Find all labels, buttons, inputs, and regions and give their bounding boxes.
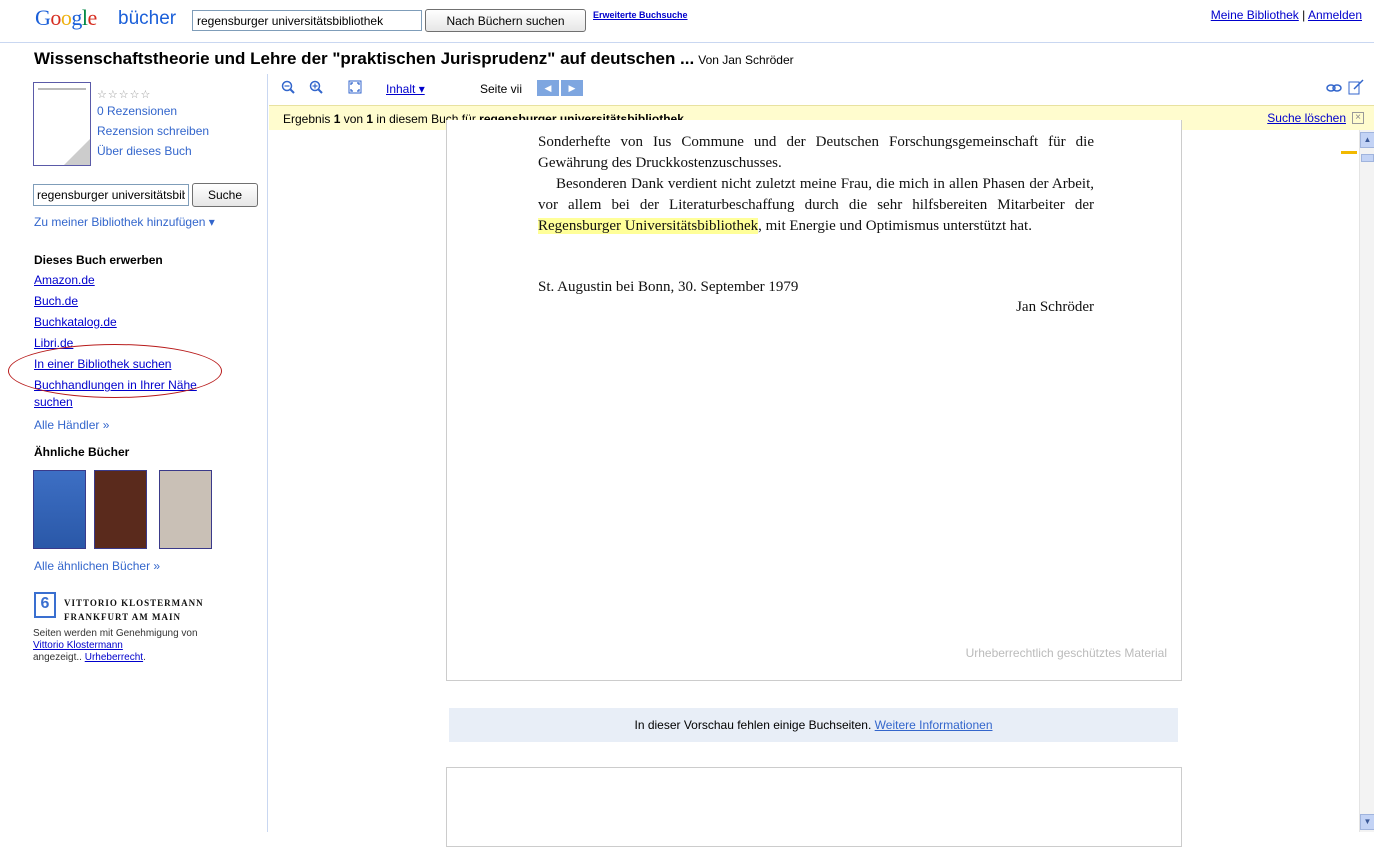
publisher-permission-text: Seiten werden mit Genehmigung von Vittor… <box>33 628 253 664</box>
separator: | <box>1302 8 1306 22</box>
seller-link-buch[interactable]: Buch.de <box>34 294 78 308</box>
signature: Jan Schröder <box>1016 299 1094 315</box>
search-in-book-input[interactable] <box>33 184 189 206</box>
publisher-name-line1: VITTORIO KLOSTERMANN <box>64 598 204 608</box>
copyright-link[interactable]: Urheberrecht <box>85 652 143 663</box>
place-date: St. Augustin bei Bonn, 30. September 197… <box>538 279 799 295</box>
sidebar: ☆☆☆☆☆ 0 Rezensionen Rezension schreiben … <box>0 74 268 832</box>
zoom-in-icon[interactable] <box>309 80 323 94</box>
seller-link-amazon[interactable]: Amazon.de <box>34 273 95 287</box>
paragraph-2: Besonderen Dank verdient nicht zuletzt m… <box>538 174 1094 237</box>
similar-book-2[interactable] <box>94 470 147 549</box>
book-page: Sonderhefte von Ius Commune und der Deut… <box>446 120 1182 681</box>
local-bookstores-link-cont[interactable]: suchen <box>34 395 73 409</box>
link-icon[interactable] <box>1326 83 1342 93</box>
book-title-text: Wissenschaftstheorie und Lehre der "prak… <box>34 49 695 68</box>
book-cover-thumbnail[interactable] <box>33 82 91 166</box>
local-bookstores-link[interactable]: Buchhandlungen in Ihrer Nähe <box>34 378 197 392</box>
scroll-down-icon[interactable]: ▼ <box>1360 814 1374 830</box>
displayed-text: angezeigt.. <box>33 652 82 663</box>
reviews-link[interactable]: 0 Rezensionen <box>97 104 177 118</box>
clear-search-link[interactable]: Suche löschen <box>1267 111 1346 125</box>
contents-dropdown[interactable]: Inhalt ▾ <box>386 82 425 96</box>
buy-heading: Dieses Buch erwerben <box>34 253 163 267</box>
viewer-scrollbar[interactable]: ▲ ▼ <box>1359 130 1374 832</box>
paragraph-2-b: , mit Energie und Optimismus unterstützt… <box>758 218 1032 234</box>
sign-in-link[interactable]: Anmelden <box>1308 8 1362 22</box>
next-book-page <box>446 767 1182 847</box>
google-logo[interactable]: Google <box>35 5 97 31</box>
similar-books-heading: Ähnliche Bücher <box>34 445 130 459</box>
scroll-thumb[interactable] <box>1361 154 1374 162</box>
notice-text: In dieser Vorschau fehlen einige Buchsei… <box>634 718 875 732</box>
publisher-name: VITTORIO KLOSTERMANN FRANKFURT AM MAIN <box>64 596 204 624</box>
paragraph-2-a: Besonderen Dank verdient nicht zuletzt m… <box>538 176 1094 213</box>
publisher-name-line2: FRANKFURT AM MAIN <box>64 612 182 622</box>
rating-stars[interactable]: ☆☆☆☆☆ <box>97 88 151 101</box>
paragraph-1: Sonderhefte von Ius Commune und der Deut… <box>538 134 1094 171</box>
search-in-book-button[interactable]: Suche <box>192 183 258 207</box>
all-sellers-link[interactable]: Alle Händler » <box>34 418 109 432</box>
seller-link-buchkatalog[interactable]: Buchkatalog.de <box>34 315 117 329</box>
next-page-button[interactable]: ▶ <box>561 80 583 96</box>
seller-link-libri[interactable]: Libri.de <box>34 336 73 350</box>
similar-book-3[interactable] <box>159 470 212 549</box>
advanced-search-link[interactable]: Erweiterte Buchsuche <box>593 10 688 20</box>
book-viewer[interactable]: Sonderhefte von Ius Commune und der Deut… <box>269 120 1359 847</box>
search-hit-marker[interactable] <box>1341 151 1357 154</box>
copyright-watermark: Urheberrechtlich geschütztes Material <box>965 646 1167 660</box>
result-mid: von <box>340 112 367 126</box>
feedback-icon[interactable] <box>1348 79 1364 95</box>
add-to-library-link[interactable]: Zu meiner Bibliothek hinzufügen ▾ <box>34 215 215 229</box>
book-author: Von Jan Schröder <box>698 53 794 67</box>
write-review-link[interactable]: Rezension schreiben <box>97 124 209 138</box>
zoom-out-icon[interactable] <box>281 80 295 94</box>
all-similar-books-link[interactable]: Alle ähnlichen Bücher » <box>34 559 160 573</box>
about-book-link[interactable]: Über dieses Buch <box>97 144 192 158</box>
scroll-up-icon[interactable]: ▲ <box>1360 132 1374 148</box>
fullscreen-icon[interactable] <box>348 80 362 94</box>
page-label: Seite vii <box>480 82 523 96</box>
book-title: Wissenschaftstheorie und Lehre der "prak… <box>34 49 794 69</box>
logo-subtitle: bücher <box>118 8 177 29</box>
period: . <box>143 652 146 663</box>
find-in-library-link[interactable]: In einer Bibliothek suchen <box>34 357 171 371</box>
search-books-button[interactable]: Nach Büchern suchen <box>425 9 586 32</box>
publisher-link[interactable]: Vittorio Klostermann <box>33 640 123 651</box>
more-info-link[interactable]: Weitere Informationen <box>875 718 993 732</box>
my-library-link[interactable]: Meine Bibliothek <box>1211 8 1299 22</box>
account-links: Meine Bibliothek | Anmelden <box>1211 8 1362 22</box>
publisher-logo-icon: 6 <box>34 592 56 618</box>
viewer-toolbar: Inhalt ▾ Seite vii ◀ ▶ <box>269 74 1374 104</box>
search-highlight: Regensburger Universitätsbibliothek <box>538 218 759 234</box>
permission-text: Seiten werden mit Genehmigung von <box>33 628 198 639</box>
similar-book-1[interactable] <box>33 470 86 549</box>
close-icon[interactable]: × <box>1352 112 1364 124</box>
book-search-input[interactable] <box>192 10 422 31</box>
title-bar: Wissenschaftstheorie und Lehre der "prak… <box>0 42 1374 74</box>
top-bar: Google bücher Nach Büchern suchen Erweit… <box>0 0 1374 42</box>
result-prefix: Ergebnis <box>283 112 334 126</box>
missing-pages-notice: In dieser Vorschau fehlen einige Buchsei… <box>449 708 1178 742</box>
prev-page-button[interactable]: ◀ <box>537 80 559 96</box>
